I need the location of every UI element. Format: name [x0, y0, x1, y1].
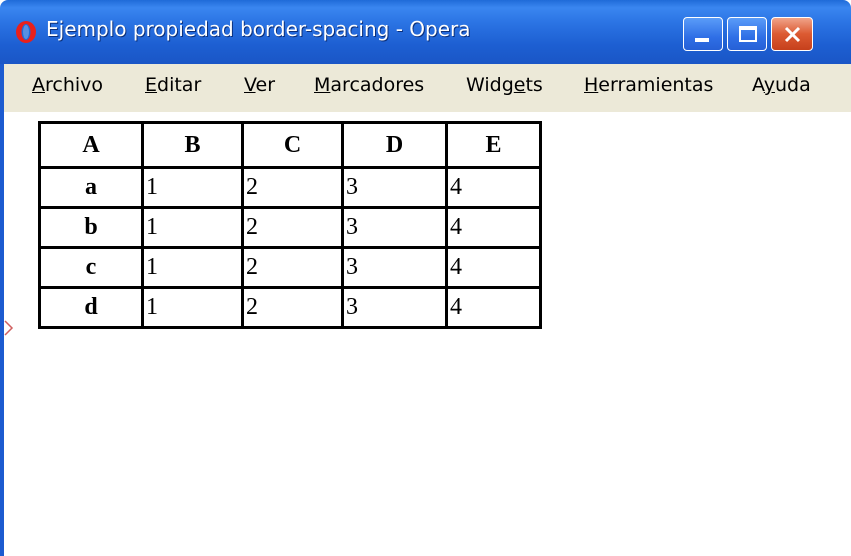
table-cell: 2: [241, 166, 341, 206]
opera-logo-icon: [16, 21, 36, 43]
table-cell: 1: [141, 166, 241, 206]
table-cell: 4: [445, 206, 539, 246]
menu-ver[interactable]: Ver: [244, 74, 275, 96]
menu-editar[interactable]: Editar: [145, 74, 201, 96]
minimize-button[interactable]: [683, 17, 723, 51]
menu-herramientas[interactable]: Herramientas: [584, 74, 713, 96]
demo-table: A B C D E a 1 2 3 4 b 1 2 3 4 c 1 2 3 4: [38, 121, 542, 329]
table-header-cell: D: [341, 124, 445, 166]
table-header-cell: C: [241, 124, 341, 166]
close-icon: [784, 26, 801, 43]
table-row: b 1 2 3 4: [41, 206, 539, 246]
table-cell: 1: [141, 286, 241, 326]
table-cell: 2: [241, 286, 341, 326]
table-cell: 3: [341, 166, 445, 206]
close-button[interactable]: [771, 17, 813, 51]
menu-widgets[interactable]: Widgets: [466, 74, 543, 96]
table-cell: 4: [445, 286, 539, 326]
table-header-cell: B: [141, 124, 241, 166]
table-header-row: A B C D E: [41, 124, 539, 166]
title-bar[interactable]: Ejemplo propiedad border-spacing - Opera: [0, 0, 851, 64]
table-row: d 1 2 3 4: [41, 286, 539, 326]
menu-marcadores[interactable]: Marcadores: [314, 74, 424, 96]
table-cell: 4: [445, 246, 539, 286]
table-cell: 1: [141, 246, 241, 286]
table-row-header: a: [41, 166, 141, 206]
window-title: Ejemplo propiedad border-spacing - Opera: [46, 17, 471, 41]
table-row: c 1 2 3 4: [41, 246, 539, 286]
maximize-icon: [739, 26, 757, 42]
minimize-icon: [695, 38, 709, 42]
menu-ayuda[interactable]: Ayuda: [752, 74, 811, 96]
table-cell: 1: [141, 206, 241, 246]
table-cell: 2: [241, 206, 341, 246]
table-header-cell: A: [82, 131, 100, 158]
table-header-cell: E: [445, 124, 539, 166]
table-row-header: b: [41, 206, 141, 246]
maximize-button[interactable]: [727, 17, 767, 51]
side-panel-arrow-icon[interactable]: [4, 320, 14, 336]
table-cell: 3: [341, 286, 445, 326]
table-row: a 1 2 3 4: [41, 166, 539, 206]
table-row-header: c: [41, 246, 141, 286]
table-cell: 3: [341, 246, 445, 286]
table-row-header: d: [41, 286, 141, 326]
menu-bar: Archivo Editar Ver Marcadores Widgets He…: [4, 64, 851, 112]
table-cell: 2: [241, 246, 341, 286]
menu-archivo[interactable]: Archivo: [32, 74, 103, 96]
table-cell: 4: [445, 166, 539, 206]
table-cell: 3: [341, 206, 445, 246]
browser-window: Ejemplo propiedad border-spacing - Opera…: [0, 0, 851, 556]
